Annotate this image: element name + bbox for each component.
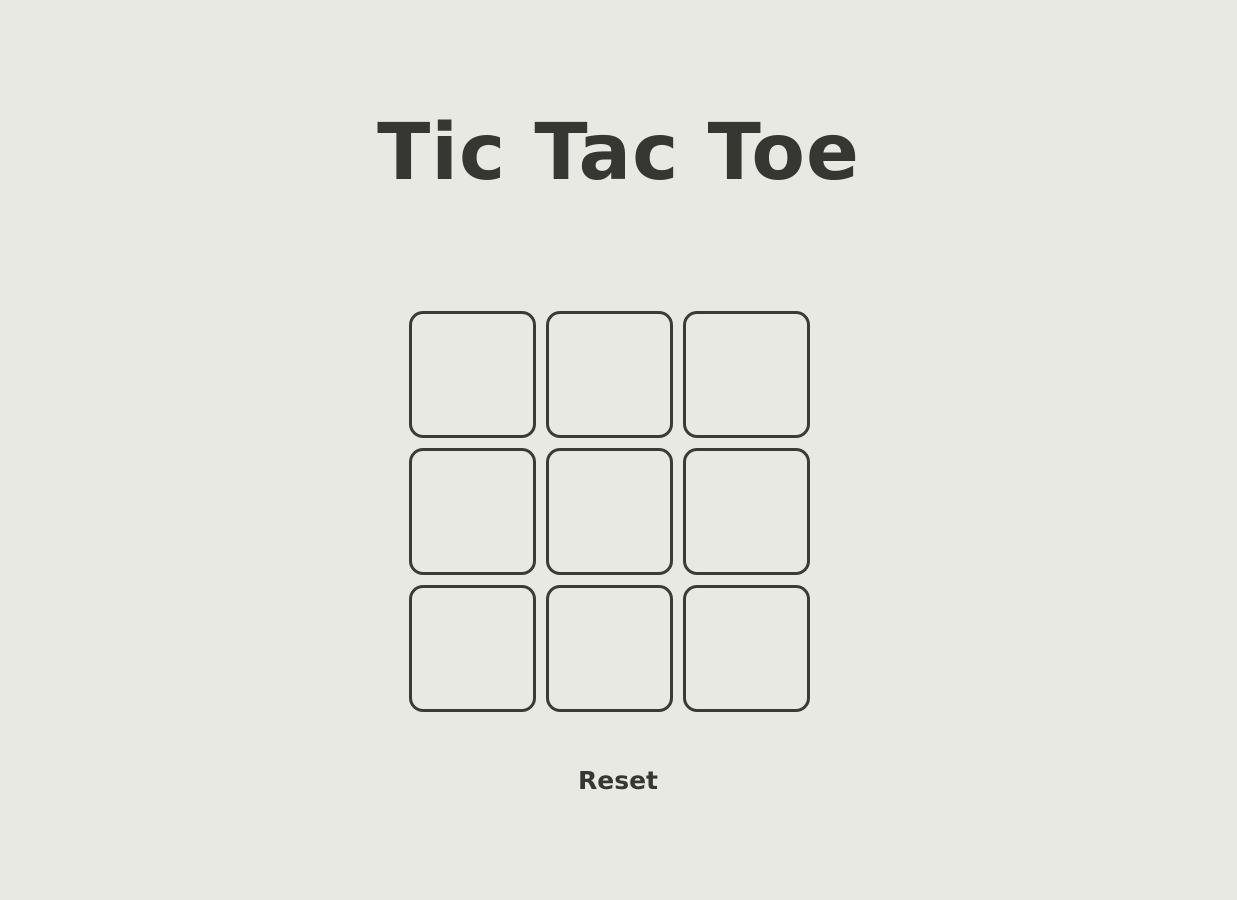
page-title: Tic Tac Toe <box>377 108 860 198</box>
board-cell-3[interactable] <box>683 311 810 438</box>
board-cell-2[interactable] <box>546 311 673 438</box>
board-cell-8[interactable] <box>546 585 673 712</box>
board-cell-1[interactable] <box>409 311 536 438</box>
board-cell-5[interactable] <box>546 448 673 575</box>
board-cell-9[interactable] <box>683 585 810 712</box>
board-cell-4[interactable] <box>409 448 536 575</box>
board-cell-6[interactable] <box>683 448 810 575</box>
game-board <box>409 311 810 712</box>
board-cell-7[interactable] <box>409 585 536 712</box>
reset-button[interactable]: Reset <box>558 762 678 798</box>
